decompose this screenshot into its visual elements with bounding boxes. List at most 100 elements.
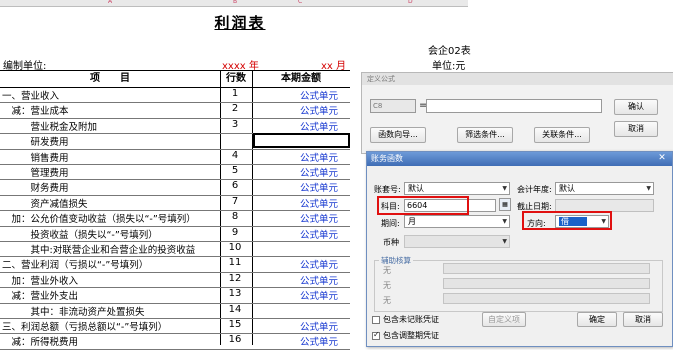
row-amount-cell[interactable]: 公式单元 <box>300 88 350 102</box>
col-letter-c[interactable]: C <box>298 0 302 5</box>
row-line-number: 9 <box>231 226 239 238</box>
fiscal-year-select[interactable]: 默认 ▼ <box>555 182 654 195</box>
table-row[interactable]: 营业税金及附加 3 公式单元 <box>0 118 350 135</box>
include-unposted-checkbox[interactable] <box>372 316 380 324</box>
formula-input[interactable] <box>426 99 602 113</box>
selected-cell[interactable] <box>253 133 350 148</box>
table-row[interactable]: 减：所得税费用 16 公式单元 <box>0 333 350 350</box>
column-header-bar: A B C D <box>0 0 468 7</box>
custom-items-button[interactable]: 自定义项 <box>482 312 526 327</box>
aux-field-2[interactable] <box>443 278 650 289</box>
row-amount-cell[interactable]: 公式单元 <box>300 257 350 271</box>
chevron-down-icon: ▼ <box>646 185 651 192</box>
relation-condition-button[interactable]: 关联条件... <box>534 127 590 143</box>
row-item-name: 营业税金及附加 <box>2 121 98 133</box>
row-line-number: 15 <box>228 319 242 330</box>
cell-ref-text: C8 <box>373 102 383 110</box>
row-line-number: 10 <box>228 242 242 253</box>
table-row[interactable]: 销售费用 4 公式单元 <box>0 149 350 165</box>
col-letter-a[interactable]: A <box>108 0 112 5</box>
include-adjust-checkbox[interactable] <box>372 330 380 340</box>
fiscal-year-label: 会计年度: <box>517 185 552 194</box>
table-row[interactable]: 资产减值损失 7 公式单元 <box>0 195 350 212</box>
book-value: 默认 <box>408 184 424 193</box>
row-amount-cell[interactable]: 公式单元 <box>300 211 350 225</box>
row-item-name: 其中：非流动资产处置损失 <box>2 306 145 318</box>
cell-ref-field[interactable]: C8 <box>370 99 416 113</box>
table-row[interactable]: 二、营业利润（亏损以“-”号填列） 11 公式单元 <box>0 256 350 273</box>
row-amount-cell[interactable]: 公式单元 <box>300 119 350 133</box>
row-amount-cell[interactable]: 公式单元 <box>300 180 350 194</box>
row-line-number: 2 <box>231 103 239 115</box>
table-row[interactable]: 管理费用 5 公式单元 <box>0 164 350 181</box>
form-number: 会企02表 <box>428 46 471 57</box>
row-amount-cell[interactable]: 公式单元 <box>300 227 350 241</box>
chevron-down-icon: ▼ <box>502 185 507 192</box>
row-item-name: 财务费用 <box>2 183 69 195</box>
table-row[interactable]: 加：公允价值变动收益（损失以“-”号填列） 8 公式单元 <box>0 210 350 227</box>
row-item-name: 减：营业外支出 <box>2 291 79 303</box>
currency-select[interactable]: ▼ <box>404 235 510 248</box>
table-row[interactable]: 财务费用 6 公式单元 <box>0 179 350 196</box>
row-item-name: 二、营业利润（亏损以“-”号填列） <box>2 260 149 272</box>
row-amount-cell[interactable]: 公式单元 <box>300 165 350 179</box>
aux-label-2: 无 <box>383 281 391 290</box>
header-line: 行数 <box>226 73 246 84</box>
row-amount-cell[interactable]: 公式单元 <box>300 103 350 117</box>
row-line-number: 11 <box>228 257 242 269</box>
row-item-name: 投资收益（损失以“-”号填列） <box>2 229 158 241</box>
table-row[interactable]: 减：营业成本 2 公式单元 <box>0 102 350 119</box>
row-line-number: 4 <box>231 149 239 161</box>
table-row[interactable]: 三、利润总额（亏损总额以“-”号填列） 15 公式单元 <box>0 318 350 335</box>
confirm-button[interactable]: 确认 <box>614 99 658 115</box>
table-row[interactable]: 其中：非流动资产处置损失 14 <box>0 303 350 319</box>
row-line-number: 16 <box>228 334 242 346</box>
header-amount: 本期金额 <box>281 73 321 84</box>
ok-button[interactable]: 确定 <box>577 312 617 327</box>
row-line-number: 6 <box>231 180 239 192</box>
row-item-name: 加：公允价值变动收益（损失以“-”号填列） <box>2 214 196 226</box>
filter-condition-button[interactable]: 筛选条件... <box>457 127 513 143</box>
subject-browse-icon[interactable]: ▦ <box>499 198 511 211</box>
row-amount-cell[interactable]: 公式单元 <box>300 150 350 164</box>
aux-field-1[interactable] <box>443 263 650 274</box>
period-select[interactable]: 月 ▼ <box>404 215 510 228</box>
function-wizard-button[interactable]: 函数向导... <box>370 127 426 143</box>
currency-label: 币种 <box>383 238 399 247</box>
header-item: 项 目 <box>90 73 130 84</box>
account-dialog-title: 账务函数 <box>367 152 672 166</box>
col-letter-d[interactable]: D <box>408 0 413 5</box>
aux-field-3[interactable] <box>443 293 650 304</box>
book-label: 账套号: <box>374 185 401 194</box>
book-select[interactable]: 默认 ▼ <box>404 182 510 195</box>
report-title: 利润表 <box>214 14 266 32</box>
subject-highlight <box>377 196 469 215</box>
account-function-dialog: 账务函数 ✕ 账套号: 默认 ▼ 会计年度: 默认 ▼ 科目: 6604 ▦ 截止日… <box>366 151 673 347</box>
row-line-number: 3 <box>231 118 239 130</box>
dialog-cancel-button[interactable]: 取消 <box>623 312 663 327</box>
row-line-number: 12 <box>228 272 242 284</box>
define-formula-dialog: 定义公式 C8 = 确认 取消 函数向导... 筛选条件... 关联条件... <box>361 72 673 154</box>
col-letter-b[interactable]: B <box>233 0 237 5</box>
row-item-name: 资产减值损失 <box>2 198 88 210</box>
table-row[interactable]: 一、营业收入 1 公式单元 <box>0 87 350 104</box>
close-icon[interactable]: ✕ <box>656 153 668 164</box>
row-amount-cell[interactable]: 公式单元 <box>300 319 350 333</box>
row-item-name: 其中:对联营企业和合营企业的投资收益 <box>2 245 196 256</box>
row-item-name: 减：营业成本 <box>2 106 69 118</box>
row-line-number: 5 <box>231 165 239 176</box>
row-amount-cell[interactable]: 公式单元 <box>300 288 350 302</box>
table-row[interactable]: 投资收益（损失以“-”号填列） 9 公式单元 <box>0 226 350 242</box>
row-amount-cell[interactable]: 公式单元 <box>300 273 350 287</box>
row-amount-cell[interactable]: 公式单元 <box>300 334 350 348</box>
aux-label-1: 无 <box>383 266 391 275</box>
row-amount-cell[interactable]: 公式单元 <box>300 196 350 210</box>
table-row[interactable]: 加：营业外收入 12 公式单元 <box>0 272 350 289</box>
table-row[interactable]: 其中:对联营企业和合营企业的投资收益 10 <box>0 241 350 258</box>
row-line-number: 8 <box>231 211 239 223</box>
table-row[interactable]: 减：营业外支出 13 公式单元 <box>0 287 350 304</box>
fiscal-year-value: 默认 <box>559 184 575 193</box>
cancel-button[interactable]: 取消 <box>614 121 658 137</box>
row-line-number: 14 <box>228 303 242 315</box>
direction-highlight <box>522 211 612 230</box>
